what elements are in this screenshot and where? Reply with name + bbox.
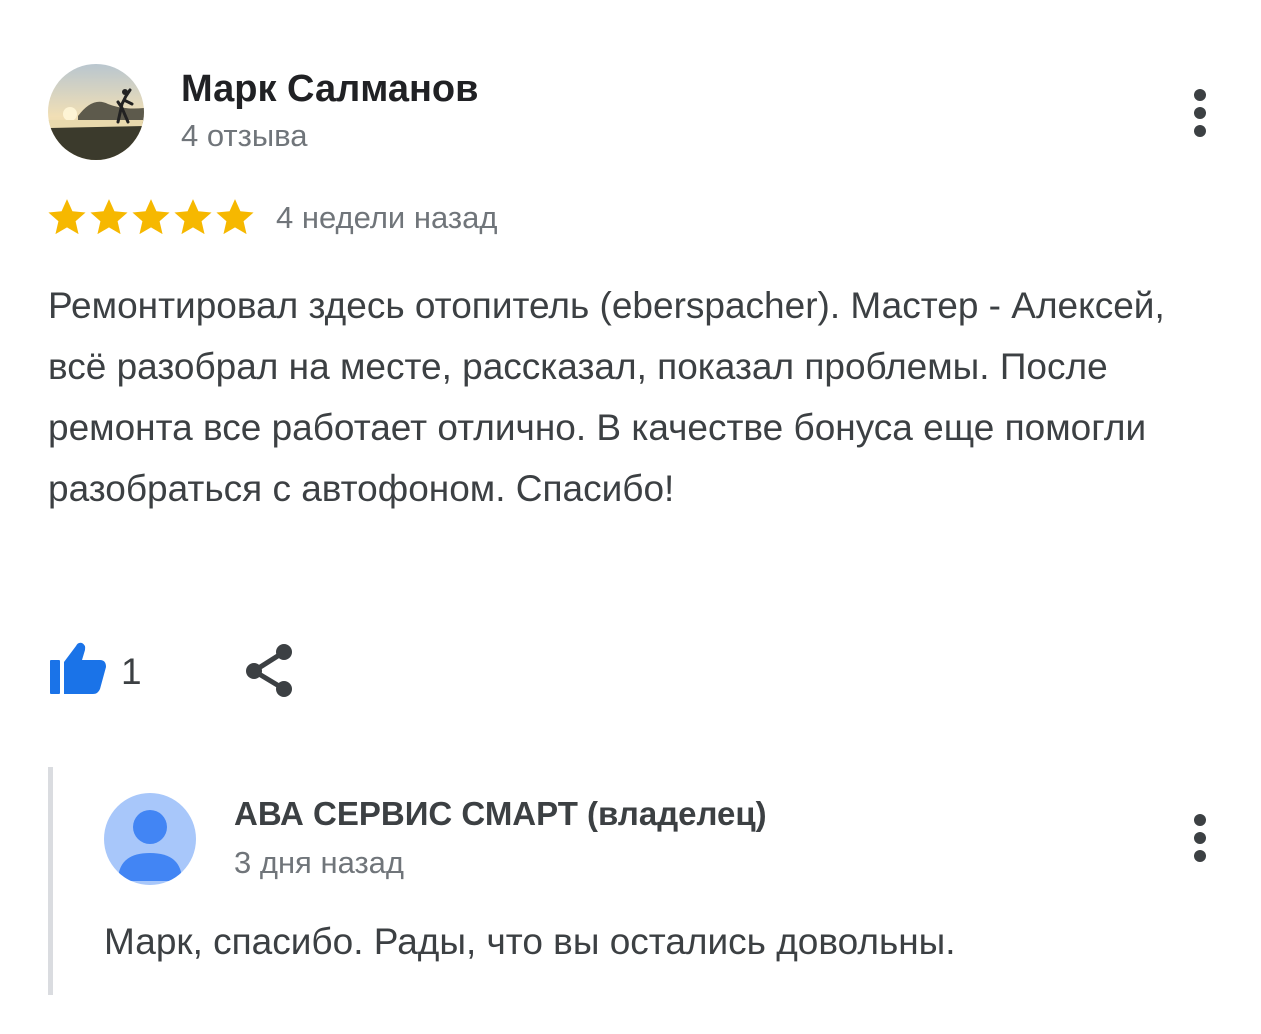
dot bbox=[1194, 125, 1206, 137]
like-count: 1 bbox=[121, 651, 142, 692]
share-icon[interactable] bbox=[240, 642, 300, 700]
author-review-count: 4 отзыва bbox=[181, 118, 308, 153]
review-date: 4 недели назад bbox=[276, 200, 498, 235]
dot bbox=[1194, 850, 1206, 862]
owner-reply-date: 3 дня назад bbox=[234, 845, 405, 880]
owner-reply-text: Марк, спасибо. Рады, что вы остались дов… bbox=[104, 921, 956, 962]
thumbs-up-icon[interactable] bbox=[48, 640, 110, 696]
owner-name: АВА СЕРВИС СМАРТ (владелец) bbox=[234, 795, 767, 832]
author-name[interactable]: Марк Салманов bbox=[181, 68, 479, 111]
star-icon bbox=[132, 199, 170, 235]
star-icon bbox=[90, 199, 128, 235]
star-icon bbox=[216, 199, 254, 235]
dot bbox=[1194, 814, 1206, 826]
dot bbox=[1194, 89, 1206, 101]
author-avatar[interactable] bbox=[48, 64, 144, 160]
more-options-icon[interactable] bbox=[1180, 77, 1220, 149]
star-icon bbox=[174, 199, 212, 235]
star-rating bbox=[46, 196, 256, 240]
review-text: Ремонтировал здесь отопитель (eberspache… bbox=[48, 285, 1165, 509]
reply-divider bbox=[48, 767, 53, 995]
reply-more-options-icon[interactable] bbox=[1180, 802, 1220, 874]
owner-avatar bbox=[104, 793, 196, 885]
star-icon bbox=[48, 199, 86, 235]
dot bbox=[1194, 832, 1206, 844]
dot bbox=[1194, 107, 1206, 119]
